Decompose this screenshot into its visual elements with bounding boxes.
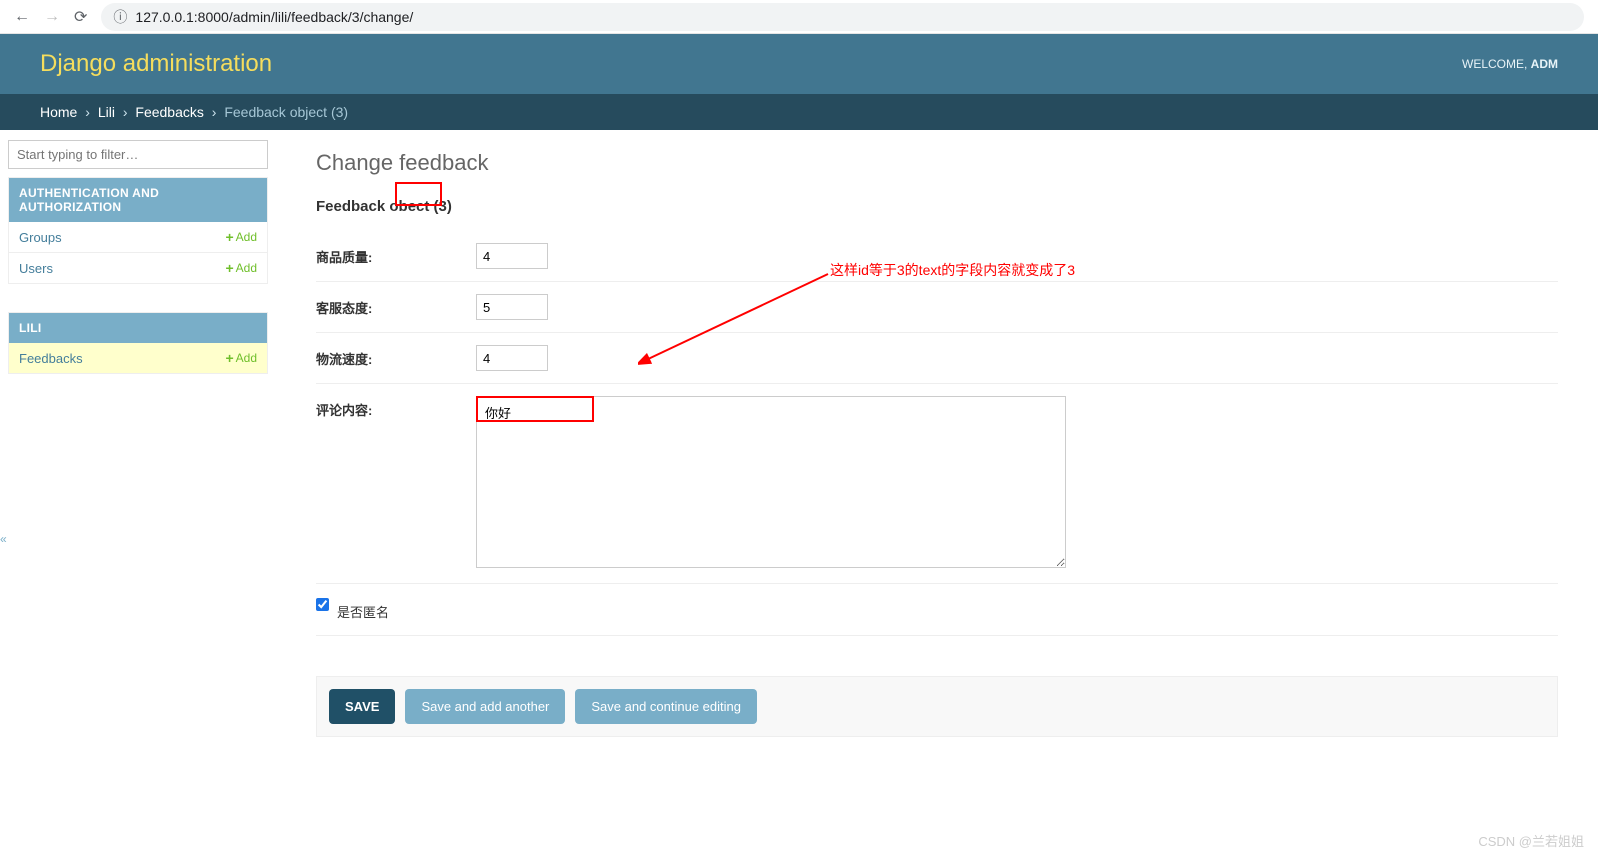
sidebar-collapse-icon[interactable]: « (0, 532, 7, 546)
reload-icon[interactable]: ⟳ (74, 7, 87, 27)
site-branding[interactable]: Django administration (40, 50, 272, 78)
attitude-input[interactable] (476, 294, 548, 320)
anonymous-label: 是否匿名 (337, 598, 389, 621)
breadcrumb-home[interactable]: Home (40, 104, 77, 120)
speed-label: 物流速度: (316, 345, 476, 368)
breadcrumb-current: Feedback object (3) (224, 104, 348, 120)
save-add-button[interactable] (405, 689, 565, 724)
back-icon[interactable]: ← (14, 8, 30, 26)
browser-chrome: ← → ⟳ ⓘ 127.0.0.1:8000/admin/lili/feedba… (0, 0, 1598, 34)
content-main: Change feedback Feedback obect (3) 商品质量:… (276, 130, 1598, 777)
groups-add-link[interactable]: +Add (225, 229, 257, 245)
attitude-label: 客服态度: (316, 294, 476, 317)
lili-caption: LILI (9, 313, 267, 343)
plus-icon: + (225, 229, 233, 245)
quality-label: 商品质量: (316, 243, 476, 266)
fieldset: 商品质量: 客服态度: 物流速度: 评论内容: 是否匿名 (316, 231, 1558, 636)
users-link[interactable]: Users (19, 261, 53, 276)
filter-input[interactable] (8, 140, 268, 169)
feedbacks-add-link[interactable]: +Add (225, 350, 257, 366)
sidebar-item-groups: Groups +Add (9, 222, 267, 252)
user-name: ADM (1531, 57, 1558, 71)
add-label: Add (236, 351, 257, 365)
annotation-text: 这样id等于3的text的字段内容就变成了3 (830, 260, 1075, 280)
sidebar: AUTHENTICATION AND AUTHORIZATION Groups … (0, 130, 276, 412)
breadcrumb-model[interactable]: Feedbacks (135, 104, 203, 120)
users-add-link[interactable]: +Add (225, 260, 257, 276)
welcome-text: WELCOME, (1462, 57, 1531, 71)
field-row-anonymous: 是否匿名 (316, 584, 1558, 636)
info-icon: ⓘ (113, 7, 127, 27)
submit-row (316, 676, 1558, 737)
add-label: Add (236, 261, 257, 275)
quality-input[interactable] (476, 243, 548, 269)
page-title: Change feedback (316, 150, 1558, 176)
admin-header: Django administration WELCOME, ADM (0, 34, 1598, 94)
groups-link[interactable]: Groups (19, 230, 62, 245)
save-continue-button[interactable] (575, 689, 757, 724)
save-button[interactable] (329, 689, 395, 724)
forward-icon[interactable]: → (44, 8, 60, 26)
breadcrumb: Home › Lili › Feedbacks › Feedback objec… (0, 94, 1598, 130)
plus-icon: + (225, 260, 233, 276)
watermark: CSDN @兰若姐姐 (1478, 831, 1584, 850)
text-textarea[interactable] (476, 396, 1066, 568)
anonymous-checkbox[interactable] (316, 598, 329, 611)
field-row-text: 评论内容: (316, 384, 1558, 584)
plus-icon: + (225, 350, 233, 366)
sidebar-module-lili: LILI Feedbacks +Add (8, 312, 268, 374)
auth-caption: AUTHENTICATION AND AUTHORIZATION (9, 178, 267, 222)
obj-prefix: Feedback ob (316, 198, 408, 215)
sidebar-item-feedbacks: Feedbacks +Add (9, 343, 267, 373)
url-text: 127.0.0.1:8000/admin/lili/feedback/3/cha… (135, 9, 413, 25)
user-tools: WELCOME, ADM (1462, 57, 1558, 71)
feedbacks-link[interactable]: Feedbacks (19, 351, 83, 366)
annotation-box-title (395, 182, 442, 206)
sidebar-module-auth: AUTHENTICATION AND AUTHORIZATION Groups … (8, 177, 268, 284)
field-row-speed: 物流速度: (316, 333, 1558, 384)
field-row-attitude: 客服态度: (316, 282, 1558, 333)
breadcrumb-app[interactable]: Lili (98, 104, 115, 120)
text-label: 评论内容: (316, 396, 476, 419)
speed-input[interactable] (476, 345, 548, 371)
sidebar-item-users: Users +Add (9, 252, 267, 283)
add-label: Add (236, 230, 257, 244)
address-bar[interactable]: ⓘ 127.0.0.1:8000/admin/lili/feedback/3/c… (101, 3, 1584, 31)
